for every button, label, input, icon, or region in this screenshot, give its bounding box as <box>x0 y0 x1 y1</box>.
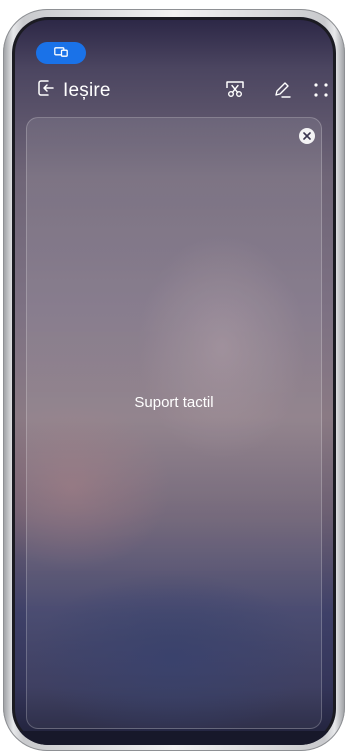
touch-support-label: Suport tactil <box>134 394 214 411</box>
bottom-strip <box>12 731 336 745</box>
screen: Ieșire Suport tactil <box>12 17 336 745</box>
phone-cast-icon <box>54 44 68 62</box>
exit-icon <box>37 79 55 102</box>
top-bar: Ieșire <box>12 77 336 109</box>
more-button[interactable] <box>309 80 333 104</box>
exit-label: Ieșire <box>63 79 111 101</box>
phone-frame: Ieșire Suport tactil <box>3 9 345 751</box>
exit-button[interactable]: Ieșire <box>37 79 111 102</box>
close-icon <box>303 127 311 145</box>
close-panel-button[interactable] <box>299 128 315 144</box>
cast-status-pill[interactable] <box>36 42 86 64</box>
screenshot-button[interactable] <box>223 80 247 104</box>
pen-icon <box>272 80 292 105</box>
touch-support-panel[interactable]: Suport tactil <box>26 117 322 729</box>
annotate-button[interactable] <box>270 80 294 104</box>
more-dots-icon <box>312 81 330 104</box>
screenshot-crop-icon <box>225 80 245 105</box>
